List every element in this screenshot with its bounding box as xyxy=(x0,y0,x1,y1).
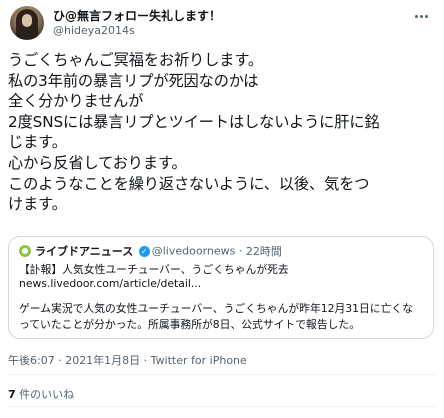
quoted-author-handle: @livedoornews xyxy=(151,244,236,258)
verified-badge-icon: ✓ xyxy=(138,245,150,257)
divider xyxy=(8,374,436,375)
author-display-name[interactable]: ひ@無言フォロー失礼します！ xyxy=(53,7,221,24)
more-dot-icon xyxy=(424,15,428,18)
tweet-line: けます。 xyxy=(8,195,67,214)
avatar[interactable] xyxy=(10,6,44,40)
more-options-button[interactable] xyxy=(410,6,432,22)
quoted-body-line: っていたことが分かった。所属事務所が8日、公式サイトで報告した。 xyxy=(19,318,361,331)
quoted-link[interactable]: news.livedoor.com/article/detail... xyxy=(19,277,201,290)
quoted-body-line: ゲーム実況で人気の女性ユーチューバー、うごくちゃんが昨年12月31日に亡くな xyxy=(19,302,414,315)
tweet-line: 2度SNSには暴言リプとツイートはしないように肝に銘 xyxy=(8,112,380,131)
likes-count[interactable]: 7 件のいいね xyxy=(8,386,74,402)
quoted-tweet-header: ライブドアニュース ✓ @livedoornews · 22時間 xyxy=(19,243,282,259)
tweet-line: このようなことを繰り返さないように、以後、気をつ xyxy=(8,174,370,193)
livedoor-logo-icon xyxy=(19,245,31,257)
tweet-text: うごくちゃんご冥福をお祈りします。 私の3年前の暴言リプが死因なのかは 全く分か… xyxy=(8,50,438,215)
tweet-line: 心から反省しております。 xyxy=(8,153,187,172)
quoted-tweet[interactable]: ライブドアニュース ✓ @livedoornews · 22時間 【訃報】人気女性… xyxy=(8,236,434,339)
quoted-headline: 【訃報】人気女性ユーチューバー、うごくちゃんが死去 xyxy=(19,263,289,276)
likes-label: 件のいいね xyxy=(19,388,75,401)
tweet-line: 私の3年前の暴言リプが死因なのかは xyxy=(8,71,259,90)
tweet-timestamp[interactable]: 午後6:07 · 2021年1月8日 · Twitter for iPhone xyxy=(8,352,247,368)
tweet-header: ひ@無言フォロー失礼します！ @hideya2014s xyxy=(8,4,436,44)
author-handle[interactable]: @hideya2014s xyxy=(53,24,135,37)
tweet-line: じます。 xyxy=(8,133,67,152)
more-dot-icon xyxy=(414,15,418,18)
likes-number: 7 xyxy=(8,388,16,401)
tweet-line: 全く分かりませんが xyxy=(8,92,144,111)
divider xyxy=(8,406,436,407)
more-dot-icon xyxy=(419,15,423,18)
avatar-face xyxy=(22,14,32,27)
dot-separator: · xyxy=(235,244,246,258)
quoted-author-name: ライブドアニュース xyxy=(35,245,134,258)
quoted-tweet-time: 22時間 xyxy=(245,245,282,258)
quoted-body: ゲーム実況で人気の女性ユーチューバー、うごくちゃんが昨年12月31日に亡くな っ… xyxy=(19,301,425,333)
tweet-line: うごくちゃんご冥福をお祈りします。 xyxy=(8,51,263,69)
